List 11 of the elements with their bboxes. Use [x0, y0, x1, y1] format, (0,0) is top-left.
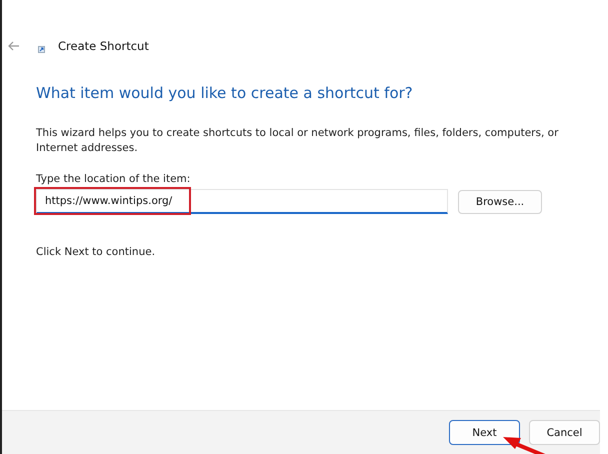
location-label: Type the location of the item: — [36, 173, 192, 185]
back-arrow-icon[interactable] — [8, 41, 20, 51]
wizard-heading: What item would you like to create a shortcut for? — [36, 84, 414, 102]
window-title: Create Shortcut — [58, 39, 149, 53]
next-button[interactable]: Next — [449, 420, 520, 445]
shortcut-icon — [38, 46, 45, 52]
cancel-button[interactable]: Cancel — [529, 420, 600, 445]
browse-button[interactable]: Browse... — [458, 190, 542, 214]
hint-text: Click Next to continue. — [36, 246, 156, 258]
description-text: This wizard helps you to create shortcuts to local or network programs, files, folders, computers, or Internet addresses. — [36, 126, 560, 156]
location-field[interactable]: https://www.wintips.org/ — [36, 189, 448, 214]
